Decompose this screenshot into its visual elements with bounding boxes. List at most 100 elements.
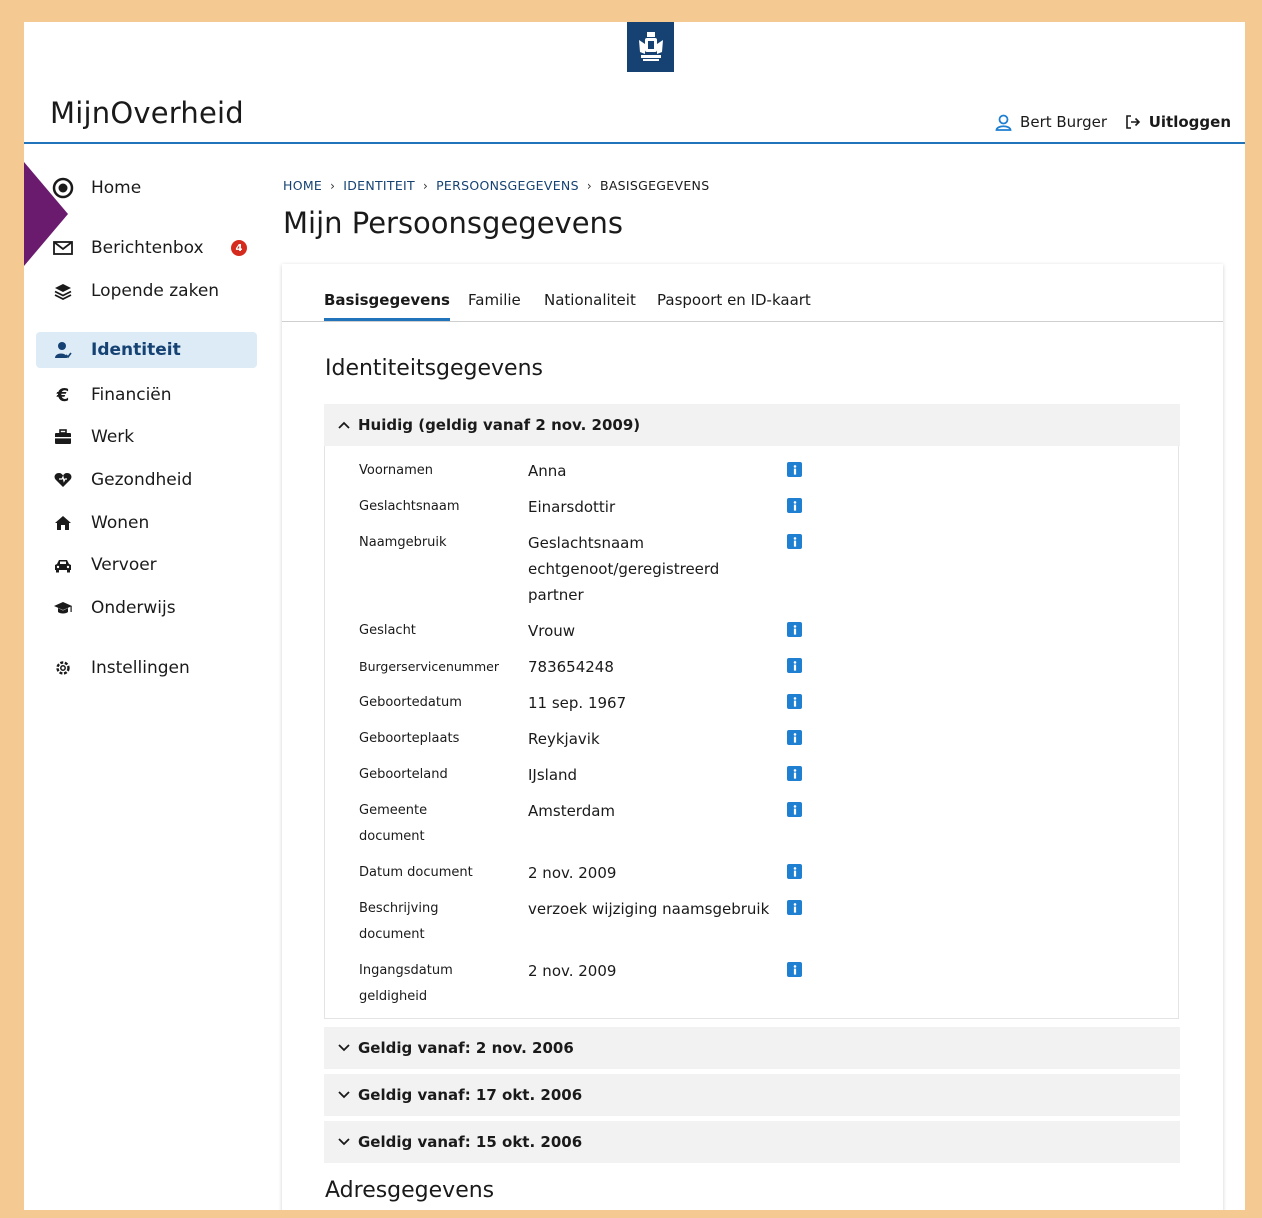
chevron-right-icon: › <box>586 178 592 193</box>
accordion-header-label: Geldig vanaf: 15 okt. 2006 <box>358 1133 583 1151</box>
sidebar-item-vervoer[interactable]: Vervoer <box>36 547 257 583</box>
accordion-header-label: Geldig vanaf: 17 okt. 2006 <box>358 1086 583 1104</box>
tab-familie[interactable]: Familie <box>468 291 521 318</box>
field-value: Anna <box>528 462 567 480</box>
chevron-right-icon: › <box>330 178 336 193</box>
content-card: Basisgegevens Familie Nationaliteit Pasp… <box>282 264 1223 1210</box>
brand-title[interactable]: MijnOverheid <box>50 96 244 130</box>
graduation-cap-icon <box>52 597 74 619</box>
accordion-header-label: Geldig vanaf: 2 nov. 2006 <box>358 1039 574 1057</box>
info-icon[interactable] <box>787 658 802 673</box>
field-label: Beschrijving document <box>359 901 439 942</box>
chevron-down-icon <box>338 1138 352 1146</box>
breadcrumb-identiteit[interactable]: IDENTITEIT <box>343 178 415 193</box>
sidebar-item-label: Home <box>91 178 142 198</box>
section-title-adresgegevens: Adresgegevens <box>325 1178 495 1203</box>
field-value: Einarsdottir <box>528 498 616 516</box>
info-icon[interactable] <box>787 766 802 781</box>
page-title: Mijn Persoonsgegevens <box>283 206 624 240</box>
field-value: Amsterdam <box>528 802 616 820</box>
logout-label: Uitloggen <box>1148 113 1231 131</box>
breadcrumb-persoonsgegevens[interactable]: PERSOONSGEGEVENS <box>436 178 579 193</box>
sidebar-item-label: Wonen <box>91 513 150 533</box>
field-label: Geboortedatum <box>359 695 462 710</box>
home-circle-icon <box>52 177 74 199</box>
field-value: Geslachtsnaam echtgenoot/geregistreerd p… <box>528 534 720 604</box>
field-value: 2 nov. 2009 <box>528 962 617 980</box>
accordion-header-label: Huidig (geldig vanaf 2 nov. 2009) <box>358 416 641 434</box>
sidebar-item-onderwijs[interactable]: Onderwijs <box>36 590 257 626</box>
tab-nationaliteit[interactable]: Nationaliteit <box>544 291 636 318</box>
info-icon[interactable] <box>787 730 802 745</box>
layers-icon <box>52 280 74 302</box>
field-value: 11 sep. 1967 <box>528 694 627 712</box>
sidebar-item-gezondheid[interactable]: Gezondheid <box>36 462 257 498</box>
field-value: verzoek wijziging naamsgebruik <box>528 900 770 918</box>
accordion-header-2006-11-02[interactable]: Geldig vanaf: 2 nov. 2006 <box>324 1027 1180 1069</box>
unread-count-badge: 4 <box>231 240 247 256</box>
tab-basisgegevens[interactable]: Basisgegevens <box>324 291 450 321</box>
info-icon[interactable] <box>787 802 802 817</box>
accordion-body: Voornamen Anna Geslachtsnaam Einarsdotti… <box>324 446 1179 1019</box>
house-icon <box>52 512 74 534</box>
info-icon[interactable] <box>787 498 802 513</box>
euro-icon: € <box>56 384 70 406</box>
sidebar-item-label: Werk <box>91 427 135 447</box>
info-icon[interactable] <box>787 864 802 879</box>
sidebar-item-label: Identiteit <box>91 340 181 360</box>
sidebar-item-identiteit[interactable]: Identiteit <box>36 332 257 368</box>
info-icon[interactable] <box>787 462 802 477</box>
coat-of-arms-icon <box>638 32 663 61</box>
sidebar-item-label: Gezondheid <box>91 470 193 490</box>
car-icon <box>52 554 74 576</box>
heart-icon <box>52 469 74 491</box>
breadcrumb-current: BASISGEGEVENS <box>599 178 710 193</box>
info-icon[interactable] <box>787 962 802 977</box>
sidebar-item-lopende-zaken[interactable]: Lopende zaken <box>36 273 257 309</box>
accordion-header-2006-10-17[interactable]: Geldig vanaf: 17 okt. 2006 <box>324 1074 1180 1116</box>
sidebar-item-label: Lopende zaken <box>91 281 220 301</box>
field-label: Geslacht <box>359 623 416 638</box>
person-icon <box>52 339 74 361</box>
info-icon[interactable] <box>787 622 802 637</box>
sidebar-item-label: Financiën <box>91 385 172 405</box>
tab-paspoort-en-id-kaart[interactable]: Paspoort en ID-kaart <box>657 291 811 318</box>
sidebar-item-home[interactable]: Home <box>36 170 257 206</box>
accordion-header-huidig[interactable]: Huidig (geldig vanaf 2 nov. 2009) <box>324 404 1180 446</box>
field-label: Geboorteplaats <box>359 731 460 746</box>
field-value: Reykjavik <box>528 730 600 748</box>
field-value: Vrouw <box>528 622 576 640</box>
sidebar-item-instellingen[interactable]: Instellingen <box>36 650 257 686</box>
chevron-down-icon <box>338 1091 352 1099</box>
rijksoverheid-logo <box>627 22 674 72</box>
sidebar-item-berichtenbox[interactable]: Berichtenbox 4 <box>36 230 257 266</box>
breadcrumb: HOME › IDENTITEIT › PERSOONSGEGEVENS › B… <box>283 178 709 193</box>
field-label: Voornamen <box>359 463 434 478</box>
sidebar-item-label: Vervoer <box>91 555 157 575</box>
sidebar-item-wonen[interactable]: Wonen <box>36 505 257 541</box>
logout-icon <box>1125 115 1140 129</box>
gear-icon <box>52 657 74 679</box>
user-icon <box>995 114 1012 131</box>
sidebar-item-financien[interactable]: € Financiën <box>36 377 257 413</box>
sidebar-item-label: Instellingen <box>91 658 190 678</box>
info-icon[interactable] <box>787 534 802 549</box>
info-icon[interactable] <box>787 694 802 709</box>
breadcrumb-home[interactable]: HOME <box>283 178 322 193</box>
field-value: 2 nov. 2009 <box>528 864 617 882</box>
sidebar-item-werk[interactable]: Werk <box>36 419 257 455</box>
field-label: Naamgebruik <box>359 535 447 550</box>
browser-page: MijnOverheid Bert Burger Uitloggen Home … <box>24 22 1245 1210</box>
logout-button[interactable]: Uitloggen <box>1125 113 1231 131</box>
field-value: 783654248 <box>528 658 614 676</box>
field-label: Geboorteland <box>359 767 448 782</box>
chevron-down-icon <box>338 1044 352 1052</box>
accordion-header-2006-10-15[interactable]: Geldig vanaf: 15 okt. 2006 <box>324 1121 1180 1163</box>
field-label: Gemeente document <box>359 803 428 844</box>
info-icon[interactable] <box>787 900 802 915</box>
chevron-right-icon: › <box>422 178 429 193</box>
section-title-identiteitsgegevens: Identiteitsgegevens <box>325 356 543 381</box>
field-label: Burgerservicenummer <box>359 659 499 674</box>
user-profile-link[interactable]: Bert Burger <box>995 113 1107 131</box>
field-value: IJsland <box>528 766 578 784</box>
